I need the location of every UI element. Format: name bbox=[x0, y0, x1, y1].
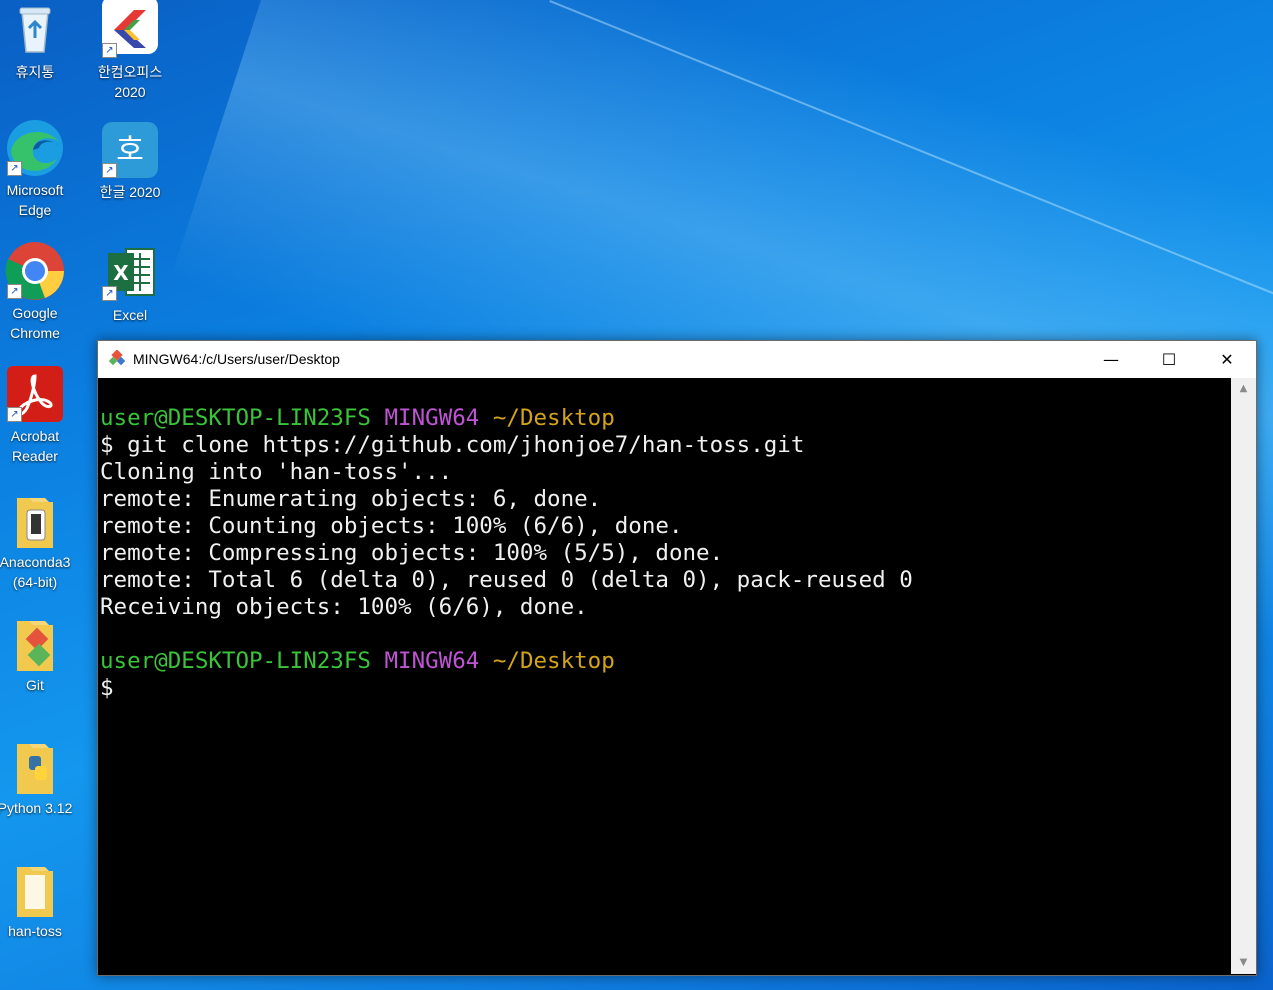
desktop-icon-anaconda[interactable]: Anaconda3 (64-bit) bbox=[0, 490, 77, 592]
desktop-icon-label: Anaconda3 (64-bit) bbox=[0, 554, 71, 590]
desktop-icon-label: Git bbox=[26, 677, 44, 693]
shortcut-arrow-icon: ↗ bbox=[102, 43, 117, 58]
desktop-icon-label: han-toss bbox=[8, 923, 62, 939]
desktop-icon-label: Excel bbox=[112, 307, 148, 323]
folder-anaconda-icon bbox=[5, 490, 65, 550]
terminal-window[interactable]: MINGW64:/c/Users/user/Desktop — ☐ ✕ user… bbox=[97, 340, 1257, 976]
shortcut-arrow-icon: ↗ bbox=[7, 407, 22, 422]
desktop-icon-hancom-office[interactable]: ↗ 한컴오피스 2020 bbox=[88, 0, 172, 102]
desktop-icon-han-toss[interactable]: han-toss bbox=[0, 859, 77, 941]
vertical-scrollbar[interactable]: ▲ ▼ bbox=[1231, 378, 1256, 974]
hancom-office-icon: ↗ bbox=[100, 0, 160, 60]
desktop-icon-hangul-2020[interactable]: 호 ↗ 한글 2020 bbox=[88, 120, 172, 202]
shortcut-arrow-icon: ↗ bbox=[7, 161, 22, 176]
acrobat-icon: ↗ bbox=[5, 364, 65, 424]
desktop-icon-google-chrome[interactable]: ↗ Google Chrome bbox=[0, 241, 77, 343]
minimize-button[interactable]: — bbox=[1082, 341, 1140, 378]
prompt-env: MINGW64 bbox=[384, 648, 480, 674]
folder-python-icon bbox=[5, 736, 65, 796]
recycle-bin-icon bbox=[5, 0, 65, 60]
desktop-icon-recycle-bin[interactable]: 휴지통 bbox=[0, 0, 77, 82]
output-line: remote: Total 6 (delta 0), reused 0 (del… bbox=[100, 567, 913, 593]
svg-text:X: X bbox=[113, 261, 129, 285]
git-bash-icon bbox=[108, 349, 126, 368]
folder-git-icon bbox=[5, 613, 65, 673]
hangul-icon: 호 ↗ bbox=[100, 120, 160, 180]
maximize-button[interactable]: ☐ bbox=[1140, 341, 1198, 378]
command-line: $ git clone https://github.com/jhonjoe7/… bbox=[100, 432, 805, 458]
prompt-path: ~/Desktop bbox=[492, 405, 615, 431]
desktop-icon-label: Python 3.12 bbox=[0, 800, 73, 816]
output-line: remote: Compressing objects: 100% (5/5),… bbox=[100, 540, 724, 566]
prompt-env: MINGW64 bbox=[384, 405, 480, 431]
desktop-icon-label: Acrobat Reader bbox=[10, 428, 60, 464]
edge-icon: ↗ bbox=[5, 118, 65, 178]
desktop-icon-acrobat-reader[interactable]: ↗ Acrobat Reader bbox=[0, 364, 77, 466]
shortcut-arrow-icon: ↗ bbox=[7, 284, 22, 299]
prompt-line: user@DESKTOP-LIN23FS MINGW64 ~/Desktop bbox=[98, 648, 1229, 675]
window-title: MINGW64:/c/Users/user/Desktop bbox=[133, 351, 340, 367]
close-button[interactable]: ✕ bbox=[1198, 341, 1256, 378]
scroll-up-icon[interactable]: ▲ bbox=[1231, 380, 1256, 398]
prompt-line: user@DESKTOP-LIN23FS MINGW64 ~/Desktop bbox=[98, 405, 1229, 432]
title-bar[interactable]: MINGW64:/c/Users/user/Desktop — ☐ ✕ bbox=[98, 341, 1256, 378]
desktop-icon-label: Google Chrome bbox=[10, 305, 60, 341]
prompt-user: user@DESKTOP-LIN23FS bbox=[100, 648, 371, 674]
desktop-icon-label: 휴지통 bbox=[15, 64, 55, 80]
scroll-down-icon[interactable]: ▼ bbox=[1231, 954, 1256, 972]
prompt-path: ~/Desktop bbox=[492, 648, 615, 674]
folder-icon bbox=[5, 859, 65, 919]
desktop-icon-microsoft-edge[interactable]: ↗ Microsoft Edge bbox=[0, 118, 77, 220]
output-line: remote: Enumerating objects: 6, done. bbox=[100, 486, 602, 512]
desktop-icon-label: 한글 2020 bbox=[99, 184, 161, 200]
output-line: Receiving objects: 100% (6/6), done. bbox=[100, 594, 588, 620]
desktop-icon-label: Microsoft Edge bbox=[6, 182, 64, 218]
desktop-icon-git[interactable]: Git bbox=[0, 613, 77, 695]
desktop-icon-label: 한컴오피스 2020 bbox=[97, 64, 163, 100]
input-line[interactable]: $ bbox=[98, 675, 1229, 702]
chrome-icon: ↗ bbox=[5, 241, 65, 301]
shortcut-arrow-icon: ↗ bbox=[102, 286, 117, 301]
terminal-output[interactable]: user@DESKTOP-LIN23FS MINGW64 ~/Desktop $… bbox=[98, 378, 1229, 974]
desktop-icon-excel[interactable]: X ↗ Excel bbox=[88, 243, 172, 325]
shortcut-arrow-icon: ↗ bbox=[102, 163, 117, 178]
excel-icon: X ↗ bbox=[100, 243, 160, 303]
desktop-icon-python[interactable]: Python 3.12 bbox=[0, 736, 77, 818]
svg-text:호: 호 bbox=[116, 133, 144, 168]
output-line: Cloning into 'han-toss'... bbox=[100, 459, 453, 485]
prompt-user: user@DESKTOP-LIN23FS bbox=[100, 405, 371, 431]
output-line: remote: Counting objects: 100% (6/6), do… bbox=[100, 513, 683, 539]
